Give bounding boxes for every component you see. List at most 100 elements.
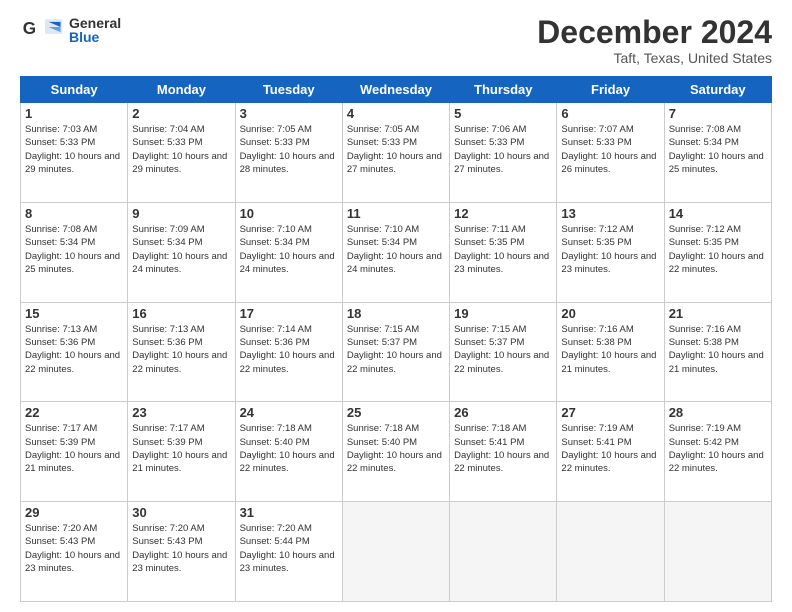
table-row: 10 Sunrise: 7:10 AMSunset: 5:34 PMDaylig…	[235, 202, 342, 302]
table-row	[450, 502, 557, 602]
day-number: 14	[669, 206, 767, 221]
day-number: 12	[454, 206, 552, 221]
day-number: 18	[347, 306, 445, 321]
table-row	[342, 502, 449, 602]
day-number: 4	[347, 106, 445, 121]
cell-info: Sunrise: 7:18 AMSunset: 5:40 PMDaylight:…	[240, 422, 338, 475]
cell-info: Sunrise: 7:08 AMSunset: 5:34 PMDaylight:…	[669, 123, 767, 176]
day-number: 10	[240, 206, 338, 221]
cell-info: Sunrise: 7:11 AMSunset: 5:35 PMDaylight:…	[454, 223, 552, 276]
table-row: 22 Sunrise: 7:17 AMSunset: 5:39 PMDaylig…	[21, 402, 128, 502]
day-number: 9	[132, 206, 230, 221]
logo-general: General	[69, 16, 121, 30]
day-number: 22	[25, 405, 123, 420]
cell-info: Sunrise: 7:12 AMSunset: 5:35 PMDaylight:…	[561, 223, 659, 276]
week-row: 1 Sunrise: 7:03 AMSunset: 5:33 PMDayligh…	[21, 103, 772, 203]
cell-info: Sunrise: 7:19 AMSunset: 5:41 PMDaylight:…	[561, 422, 659, 475]
day-number: 2	[132, 106, 230, 121]
cell-info: Sunrise: 7:20 AMSunset: 5:44 PMDaylight:…	[240, 522, 338, 575]
cell-info: Sunrise: 7:03 AMSunset: 5:33 PMDaylight:…	[25, 123, 123, 176]
col-friday: Friday	[557, 77, 664, 103]
logo: G General Blue	[20, 15, 121, 45]
week-row: 29 Sunrise: 7:20 AMSunset: 5:43 PMDaylig…	[21, 502, 772, 602]
table-row: 19 Sunrise: 7:15 AMSunset: 5:37 PMDaylig…	[450, 302, 557, 402]
day-number: 28	[669, 405, 767, 420]
col-monday: Monday	[128, 77, 235, 103]
page: G General Blue December 2024 Taft, Texas…	[0, 0, 792, 612]
week-row: 15 Sunrise: 7:13 AMSunset: 5:36 PMDaylig…	[21, 302, 772, 402]
calendar-header: Sunday Monday Tuesday Wednesday Thursday…	[21, 77, 772, 103]
table-row	[664, 502, 771, 602]
day-number: 5	[454, 106, 552, 121]
table-row: 23 Sunrise: 7:17 AMSunset: 5:39 PMDaylig…	[128, 402, 235, 502]
day-number: 6	[561, 106, 659, 121]
week-row: 8 Sunrise: 7:08 AMSunset: 5:34 PMDayligh…	[21, 202, 772, 302]
cell-info: Sunrise: 7:19 AMSunset: 5:42 PMDaylight:…	[669, 422, 767, 475]
calendar-table: Sunday Monday Tuesday Wednesday Thursday…	[20, 76, 772, 602]
month-title: December 2024	[537, 15, 772, 50]
day-number: 21	[669, 306, 767, 321]
table-row: 26 Sunrise: 7:18 AMSunset: 5:41 PMDaylig…	[450, 402, 557, 502]
table-row: 8 Sunrise: 7:08 AMSunset: 5:34 PMDayligh…	[21, 202, 128, 302]
day-number: 15	[25, 306, 123, 321]
cell-info: Sunrise: 7:06 AMSunset: 5:33 PMDaylight:…	[454, 123, 552, 176]
cell-info: Sunrise: 7:16 AMSunset: 5:38 PMDaylight:…	[561, 323, 659, 376]
col-saturday: Saturday	[664, 77, 771, 103]
cell-info: Sunrise: 7:04 AMSunset: 5:33 PMDaylight:…	[132, 123, 230, 176]
table-row	[557, 502, 664, 602]
day-number: 7	[669, 106, 767, 121]
col-thursday: Thursday	[450, 77, 557, 103]
table-row: 4 Sunrise: 7:05 AMSunset: 5:33 PMDayligh…	[342, 103, 449, 203]
table-row: 20 Sunrise: 7:16 AMSunset: 5:38 PMDaylig…	[557, 302, 664, 402]
table-row: 16 Sunrise: 7:13 AMSunset: 5:36 PMDaylig…	[128, 302, 235, 402]
day-number: 31	[240, 505, 338, 520]
calendar-body: 1 Sunrise: 7:03 AMSunset: 5:33 PMDayligh…	[21, 103, 772, 602]
cell-info: Sunrise: 7:10 AMSunset: 5:34 PMDaylight:…	[240, 223, 338, 276]
table-row: 11 Sunrise: 7:10 AMSunset: 5:34 PMDaylig…	[342, 202, 449, 302]
cell-info: Sunrise: 7:17 AMSunset: 5:39 PMDaylight:…	[132, 422, 230, 475]
col-sunday: Sunday	[21, 77, 128, 103]
cell-info: Sunrise: 7:14 AMSunset: 5:36 PMDaylight:…	[240, 323, 338, 376]
logo-icon: G	[20, 15, 65, 45]
table-row: 1 Sunrise: 7:03 AMSunset: 5:33 PMDayligh…	[21, 103, 128, 203]
cell-info: Sunrise: 7:05 AMSunset: 5:33 PMDaylight:…	[347, 123, 445, 176]
table-row: 15 Sunrise: 7:13 AMSunset: 5:36 PMDaylig…	[21, 302, 128, 402]
col-tuesday: Tuesday	[235, 77, 342, 103]
table-row: 9 Sunrise: 7:09 AMSunset: 5:34 PMDayligh…	[128, 202, 235, 302]
day-number: 25	[347, 405, 445, 420]
table-row: 18 Sunrise: 7:15 AMSunset: 5:37 PMDaylig…	[342, 302, 449, 402]
table-row: 29 Sunrise: 7:20 AMSunset: 5:43 PMDaylig…	[21, 502, 128, 602]
table-row: 12 Sunrise: 7:11 AMSunset: 5:35 PMDaylig…	[450, 202, 557, 302]
table-row: 21 Sunrise: 7:16 AMSunset: 5:38 PMDaylig…	[664, 302, 771, 402]
day-number: 1	[25, 106, 123, 121]
table-row: 2 Sunrise: 7:04 AMSunset: 5:33 PMDayligh…	[128, 103, 235, 203]
table-row: 31 Sunrise: 7:20 AMSunset: 5:44 PMDaylig…	[235, 502, 342, 602]
cell-info: Sunrise: 7:13 AMSunset: 5:36 PMDaylight:…	[132, 323, 230, 376]
day-number: 11	[347, 206, 445, 221]
logo-text: General Blue	[69, 16, 121, 44]
cell-info: Sunrise: 7:09 AMSunset: 5:34 PMDaylight:…	[132, 223, 230, 276]
table-row: 7 Sunrise: 7:08 AMSunset: 5:34 PMDayligh…	[664, 103, 771, 203]
cell-info: Sunrise: 7:12 AMSunset: 5:35 PMDaylight:…	[669, 223, 767, 276]
title-area: December 2024 Taft, Texas, United States	[537, 15, 772, 66]
day-number: 16	[132, 306, 230, 321]
day-number: 30	[132, 505, 230, 520]
location: Taft, Texas, United States	[537, 50, 772, 66]
day-number: 13	[561, 206, 659, 221]
header-row: Sunday Monday Tuesday Wednesday Thursday…	[21, 77, 772, 103]
cell-info: Sunrise: 7:13 AMSunset: 5:36 PMDaylight:…	[25, 323, 123, 376]
cell-info: Sunrise: 7:15 AMSunset: 5:37 PMDaylight:…	[347, 323, 445, 376]
cell-info: Sunrise: 7:20 AMSunset: 5:43 PMDaylight:…	[25, 522, 123, 575]
day-number: 8	[25, 206, 123, 221]
day-number: 3	[240, 106, 338, 121]
table-row: 25 Sunrise: 7:18 AMSunset: 5:40 PMDaylig…	[342, 402, 449, 502]
table-row: 27 Sunrise: 7:19 AMSunset: 5:41 PMDaylig…	[557, 402, 664, 502]
table-row: 3 Sunrise: 7:05 AMSunset: 5:33 PMDayligh…	[235, 103, 342, 203]
table-row: 13 Sunrise: 7:12 AMSunset: 5:35 PMDaylig…	[557, 202, 664, 302]
logo-blue: Blue	[69, 30, 121, 44]
table-row: 28 Sunrise: 7:19 AMSunset: 5:42 PMDaylig…	[664, 402, 771, 502]
cell-info: Sunrise: 7:07 AMSunset: 5:33 PMDaylight:…	[561, 123, 659, 176]
day-number: 27	[561, 405, 659, 420]
cell-info: Sunrise: 7:16 AMSunset: 5:38 PMDaylight:…	[669, 323, 767, 376]
cell-info: Sunrise: 7:15 AMSunset: 5:37 PMDaylight:…	[454, 323, 552, 376]
